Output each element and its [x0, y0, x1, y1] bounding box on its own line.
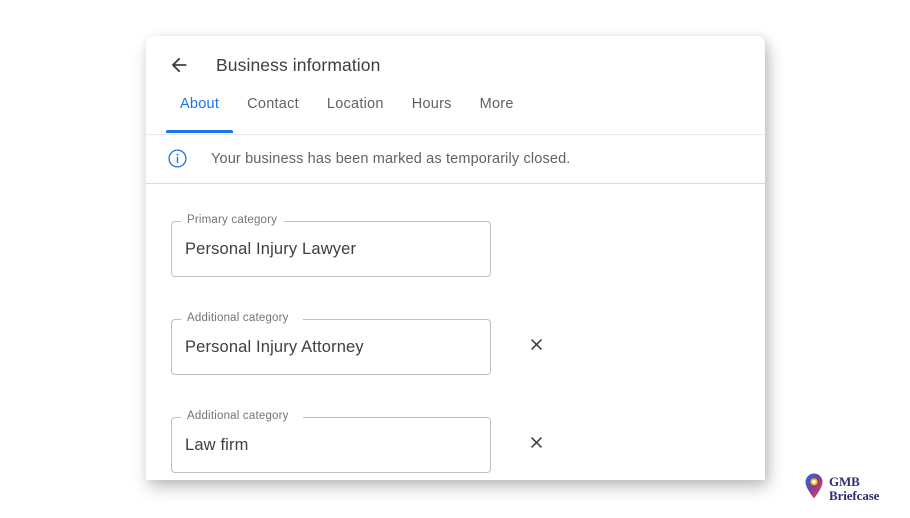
- tab-more[interactable]: More: [466, 94, 528, 124]
- field-value: Personal Injury Lawyer: [185, 239, 357, 258]
- tab-about[interactable]: About: [166, 94, 234, 133]
- page-title: Business information: [216, 54, 381, 75]
- remove-category-button-2[interactable]: [519, 428, 553, 462]
- tab-label: Hours: [411, 96, 452, 112]
- remove-category-button-1[interactable]: [519, 330, 553, 364]
- categories-section: Primary category Personal Injury Lawyer …: [146, 184, 765, 480]
- tab-hours[interactable]: Hours: [398, 94, 466, 124]
- card-header: Business information: [146, 36, 765, 94]
- close-icon: [527, 433, 546, 457]
- watermark-line-1: GMB: [829, 474, 860, 489]
- tab-contact[interactable]: Contact: [233, 94, 313, 124]
- field-value: Law firm: [185, 435, 249, 454]
- tab-label: More: [479, 96, 514, 112]
- back-button[interactable]: [164, 50, 194, 80]
- tab-bar: About Contact Location Hours More: [146, 94, 765, 135]
- status-banner-message: Your business has been marked as tempora…: [211, 150, 571, 167]
- business-information-card: Business information About Contact Locat…: [146, 36, 765, 480]
- tab-label: Contact: [247, 96, 299, 112]
- watermark-logo: GMB Briefcase: [803, 472, 879, 505]
- watermark-text: GMB Briefcase: [829, 475, 879, 502]
- arrow-left-icon: [168, 54, 190, 76]
- field-row-additional-category-1: Additional category Personal Injury Atto…: [146, 298, 765, 396]
- info-circle-icon: [164, 146, 190, 172]
- tab-location[interactable]: Location: [313, 94, 398, 124]
- watermark-line-2: Briefcase: [829, 487, 880, 503]
- field-row-primary-category: Primary category Personal Injury Lawyer: [146, 200, 765, 298]
- additional-category-field-2[interactable]: Additional category Law firm: [171, 410, 491, 473]
- field-row-additional-category-2: Additional category Law firm: [146, 396, 765, 480]
- status-banner: Your business has been marked as tempora…: [146, 134, 765, 184]
- map-pin-icon: [803, 472, 825, 505]
- primary-category-field[interactable]: Primary category Personal Injury Lawyer: [171, 214, 491, 277]
- field-value: Personal Injury Attorney: [185, 337, 364, 356]
- tab-label: About: [180, 96, 220, 112]
- tab-label: Location: [326, 96, 384, 112]
- tab-bar-divider: [146, 134, 765, 135]
- additional-category-field-1[interactable]: Additional category Personal Injury Atto…: [171, 312, 491, 375]
- close-icon: [527, 335, 546, 359]
